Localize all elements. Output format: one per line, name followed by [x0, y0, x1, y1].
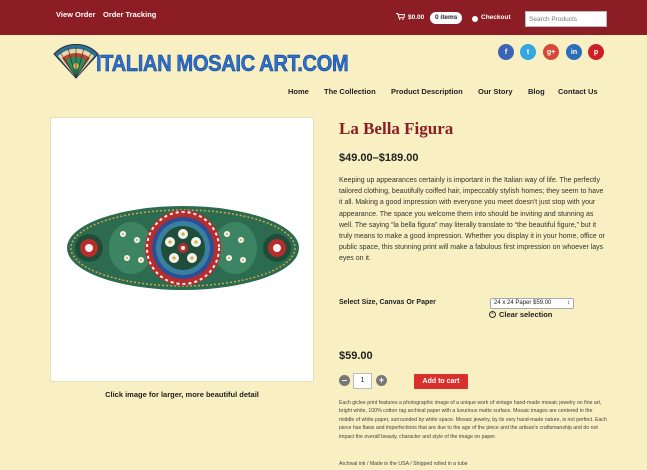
product-description: Keeping up appearances certainly is impo…	[339, 177, 605, 263]
clear-selection-link[interactable]: Clear selection	[499, 310, 552, 319]
site-logo-text[interactable]: ITALIAN MOSAIC ART.COM	[96, 50, 349, 77]
nav-our-story[interactable]: Our Story	[478, 87, 513, 96]
clear-selection-icon[interactable]: ×	[489, 311, 496, 318]
nav-product-description[interactable]: Product Description	[391, 87, 463, 96]
size-select-value: 24 x 24 Paper $59.00	[494, 300, 552, 306]
view-order-link[interactable]: View Order	[56, 10, 95, 19]
quantity-input[interactable]: 1	[353, 373, 372, 389]
logo-fan-icon[interactable]	[52, 44, 100, 80]
nav-the-collection[interactable]: The Collection	[324, 87, 376, 96]
cart-items-badge[interactable]: 0 items	[430, 12, 463, 24]
twitter-icon[interactable]: t	[520, 44, 536, 60]
search-input[interactable]	[525, 11, 607, 27]
checkout-icon[interactable]	[472, 16, 478, 22]
quantity-increase-icon[interactable]: +	[376, 375, 387, 386]
variation-label: Select Size, Canvas Or Paper	[339, 299, 436, 306]
print-details: Each giclee print features a photographi…	[339, 400, 607, 440]
shipping-note: Archival ink / Made in the USA / Shipped…	[339, 461, 468, 467]
top-bar: View Order Order Tracking $0.00 0 items …	[0, 0, 647, 35]
nav-home[interactable]: Home	[288, 87, 309, 96]
nav-blog[interactable]: Blog	[528, 87, 545, 96]
facebook-icon[interactable]: f	[498, 44, 514, 60]
checkout-link[interactable]: Checkout	[481, 14, 511, 21]
order-tracking-link[interactable]: Order Tracking	[103, 10, 156, 19]
chevron-down-icon: ↕	[567, 300, 570, 306]
price-range: $49.00–$189.00	[339, 152, 419, 164]
google-plus-icon[interactable]: g+	[543, 44, 559, 60]
product-image[interactable]	[50, 117, 314, 382]
pinterest-icon[interactable]: p	[588, 44, 604, 60]
size-select[interactable]: 24 x 24 Paper $59.00 ↕	[490, 298, 574, 309]
selected-price: $59.00	[339, 350, 373, 362]
mosaic-brooch-image	[67, 206, 299, 290]
linkedin-icon[interactable]: in	[566, 44, 582, 60]
add-to-cart-button[interactable]: Add to cart	[414, 374, 468, 389]
cart-icon[interactable]	[396, 13, 405, 20]
nav-contact-us[interactable]: Contact Us	[558, 87, 598, 96]
quantity-decrease-icon[interactable]: –	[339, 375, 350, 386]
image-caption: Click image for larger, more beautiful d…	[105, 390, 259, 399]
product-title: La Bella Figura	[339, 119, 454, 138]
cart-amount[interactable]: $0.00	[408, 14, 424, 21]
